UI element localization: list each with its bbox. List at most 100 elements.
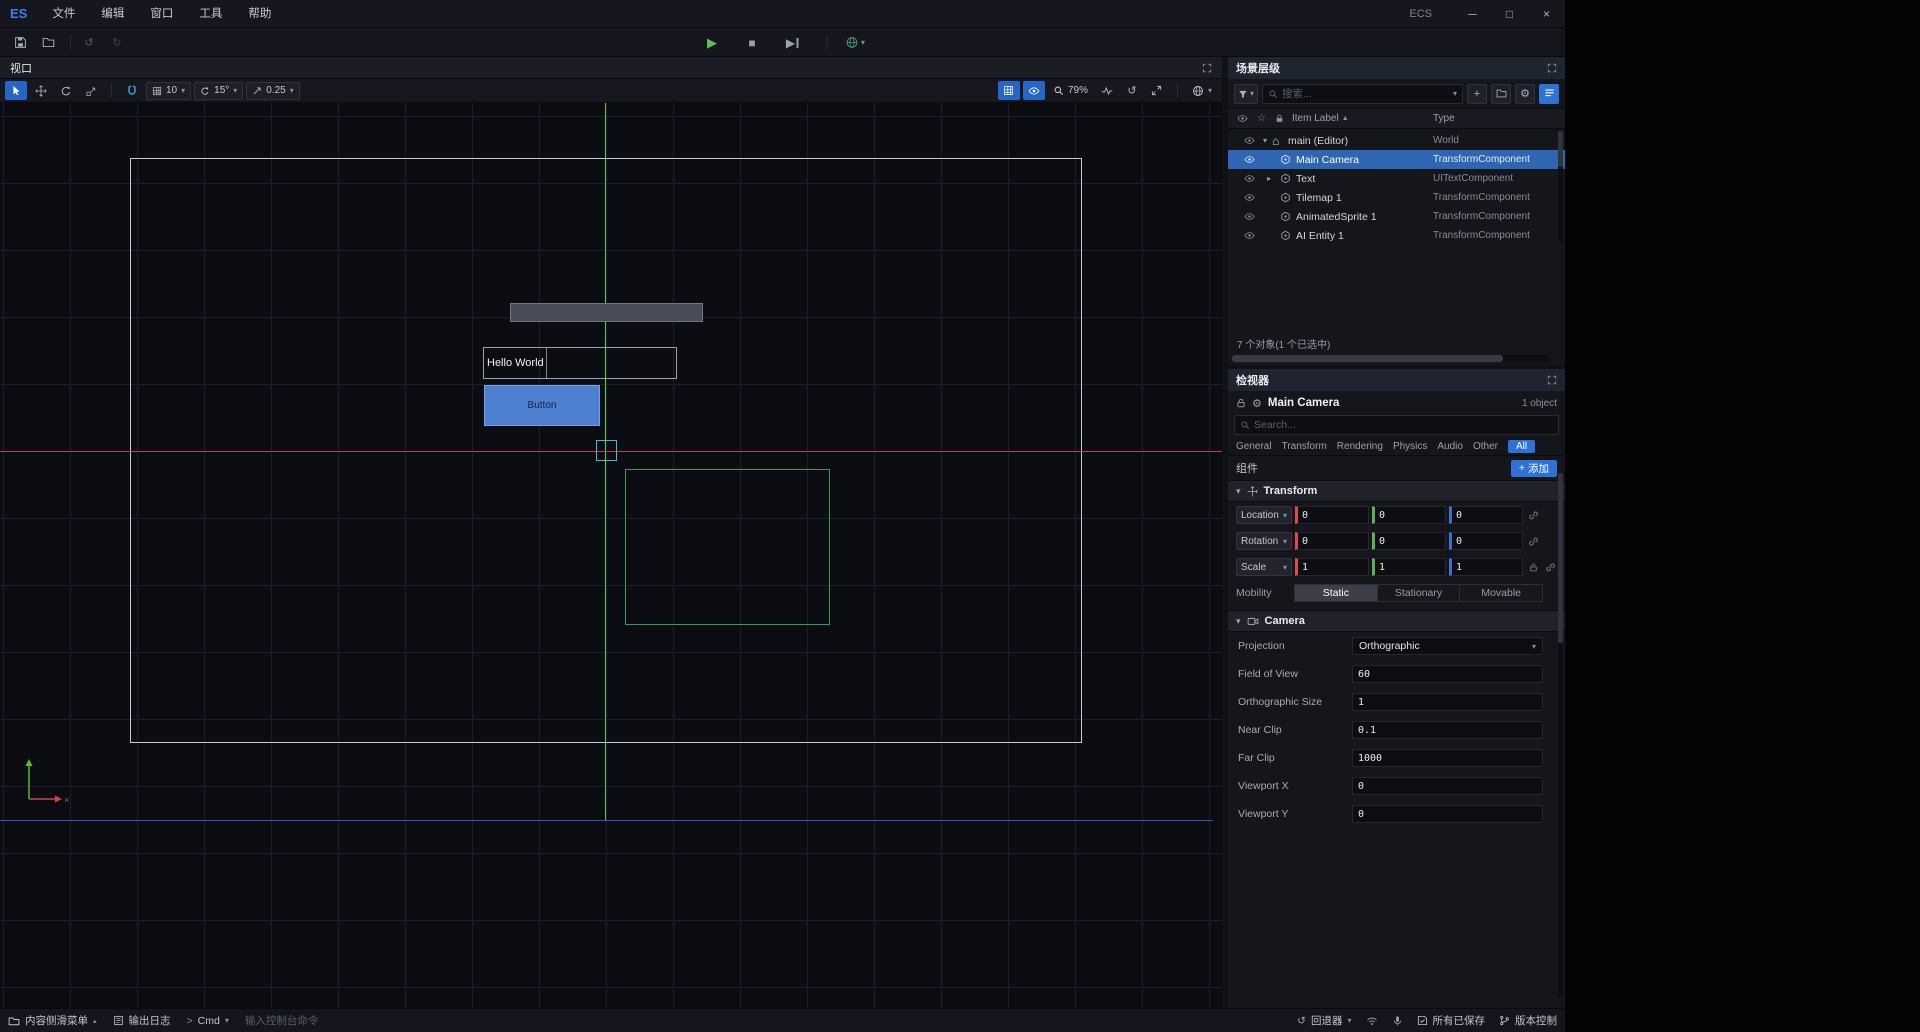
open-folder-icon[interactable] (36, 30, 60, 54)
scrollbar-thumb[interactable] (1558, 473, 1563, 643)
location-mode-dropdown[interactable]: Location▾ (1236, 506, 1292, 524)
visibility-eye-icon[interactable] (1244, 211, 1258, 222)
field-of-view-field[interactable] (1352, 665, 1543, 683)
scale-mode-dropdown[interactable]: Scale▾ (1236, 558, 1292, 576)
lock-scale-icon[interactable] (1526, 563, 1540, 572)
save-status[interactable]: 所有已保存 (1417, 1013, 1486, 1028)
collapse-caret-icon[interactable]: ▾ (1258, 136, 1272, 145)
redo-icon[interactable]: ↻ (105, 30, 129, 54)
inspector-search-input[interactable] (1254, 419, 1553, 431)
scale-y-field[interactable] (1372, 558, 1446, 576)
tab-other[interactable]: Other (1473, 441, 1498, 452)
mobility-static-option[interactable]: Static (1294, 584, 1378, 602)
rotation-y-field[interactable] (1372, 532, 1446, 550)
rotation-x-field[interactable] (1295, 532, 1369, 550)
orthographic-size-field[interactable] (1352, 693, 1543, 711)
tab-all[interactable]: All (1508, 440, 1535, 453)
expand-panel-icon[interactable] (1547, 375, 1557, 385)
history-dropdown[interactable]: ↺ 回退器 ▾ (1297, 1013, 1351, 1028)
hierarchy-vertical-scrollbar[interactable] (1558, 131, 1563, 241)
collapse-caret-icon[interactable]: ▾ (1236, 616, 1241, 627)
menu-file[interactable]: 文件 (39, 0, 88, 28)
menu-tools[interactable]: 工具 (186, 0, 235, 28)
save-icon[interactable] (8, 30, 32, 54)
add-entity-button[interactable]: + (1467, 84, 1487, 104)
origin-selection-box[interactable] (596, 440, 617, 461)
snap-toggle-icon[interactable] (121, 81, 143, 100)
scene-viewport-canvas[interactable]: Hello World Button × (0, 103, 1222, 1008)
location-y-field[interactable] (1372, 506, 1446, 524)
hierarchy-row-world[interactable]: ▾ ⌂ main (Editor) World (1228, 131, 1565, 150)
menu-help[interactable]: 帮助 (235, 0, 284, 28)
hierarchy-column-header[interactable]: ☆ Item Label▲ Type (1228, 109, 1565, 129)
far-clip-field[interactable] (1352, 749, 1543, 767)
lock-icon[interactable] (1236, 398, 1246, 408)
scale-snap-dropdown[interactable]: 0.25 ▾ (246, 82, 299, 100)
scrollbar-thumb[interactable] (1558, 131, 1563, 167)
filter-dropdown[interactable]: ▾ (1234, 84, 1258, 104)
grid-snap-dropdown[interactable]: 10 ▾ (146, 82, 191, 100)
visibility-eye-icon[interactable] (1244, 154, 1258, 165)
add-component-button[interactable]: + 添加 (1511, 460, 1557, 477)
projection-dropdown[interactable]: Orthographic ▾ (1352, 637, 1543, 655)
hierarchy-horizontal-scrollbar[interactable] (1232, 355, 1551, 362)
tab-rendering[interactable]: Rendering (1337, 441, 1383, 452)
visibility-eye-icon[interactable] (1244, 173, 1258, 184)
select-tool-button[interactable] (5, 81, 27, 100)
expand-panel-icon[interactable] (1547, 63, 1557, 73)
hierarchy-settings-button[interactable]: ⚙ (1515, 84, 1535, 104)
menu-edit[interactable]: 编辑 (88, 0, 137, 28)
collapse-caret-icon[interactable]: ▾ (1236, 486, 1241, 497)
tab-transform[interactable]: Transform (1282, 441, 1327, 452)
visibility-eye-icon[interactable] (1244, 135, 1258, 146)
viewport-world-dropdown[interactable]: ▾ (1187, 82, 1217, 100)
tab-audio[interactable]: Audio (1437, 441, 1463, 452)
location-z-field[interactable] (1449, 506, 1523, 524)
scale-z-field[interactable] (1449, 558, 1523, 576)
transform-section-header[interactable]: ▾ Transform (1228, 480, 1565, 502)
viewport-y-field[interactable] (1352, 805, 1543, 823)
stop-button[interactable]: ■ (740, 31, 764, 55)
scrollbar-thumb[interactable] (1232, 355, 1503, 362)
minimize-button[interactable]: ─ (1454, 0, 1491, 28)
favorite-column-star-icon[interactable]: ☆ (1257, 113, 1266, 124)
inspector-scrollbar[interactable] (1558, 473, 1563, 998)
expand-caret-icon[interactable]: ▸ (1258, 174, 1280, 183)
link-axes-icon[interactable] (1526, 536, 1540, 547)
rotate-tool-button[interactable] (55, 81, 77, 100)
visibility-column-eye-icon[interactable] (1237, 113, 1248, 124)
version-control-button[interactable]: 版本控制 (1499, 1013, 1557, 1028)
fullscreen-icon[interactable] (1146, 81, 1168, 100)
scene-button-widget[interactable]: Button (484, 385, 600, 426)
column-item-label[interactable]: Item Label▲ (1292, 113, 1349, 124)
step-button[interactable]: ▶ (780, 31, 804, 55)
gizmo-visibility-button[interactable] (1023, 81, 1045, 100)
network-mode-dropdown[interactable]: ▾ (845, 36, 865, 49)
link-axes-icon[interactable] (1526, 510, 1540, 521)
rotation-z-field[interactable] (1449, 532, 1523, 550)
undo-icon[interactable]: ↺ (77, 30, 101, 54)
close-button[interactable]: × (1528, 0, 1565, 28)
play-button[interactable]: ▶ (700, 31, 724, 55)
maximize-button[interactable]: □ (1491, 0, 1528, 28)
scale-tool-button[interactable] (80, 81, 102, 100)
move-tool-button[interactable] (30, 81, 52, 100)
hierarchy-search-input[interactable] (1282, 88, 1449, 100)
zoom-indicator[interactable]: 79% (1048, 82, 1093, 100)
hierarchy-view-mode-button[interactable] (1539, 84, 1559, 104)
location-x-field[interactable] (1295, 506, 1369, 524)
link-axes-icon[interactable] (1543, 562, 1557, 573)
scale-x-field[interactable] (1295, 558, 1369, 576)
rotation-mode-dropdown[interactable]: Rotation▾ (1236, 532, 1292, 550)
rotation-snap-dropdown[interactable]: 15° ▾ (194, 82, 243, 100)
lock-column-icon[interactable] (1275, 114, 1284, 123)
cmd-dropdown[interactable]: > Cmd ▾ (187, 1015, 229, 1027)
grid-visibility-button[interactable] (998, 81, 1020, 100)
hierarchy-row-text[interactable]: ▸ Text UITextComponent (1228, 169, 1565, 188)
hierarchy-row-animatedsprite[interactable]: AnimatedSprite 1 TransformComponent (1228, 207, 1565, 226)
inspector-search[interactable] (1234, 415, 1559, 435)
hierarchy-row-main-camera[interactable]: Main Camera TransformComponent (1228, 150, 1565, 169)
console-command-input[interactable] (245, 1015, 445, 1027)
visibility-eye-icon[interactable] (1244, 230, 1258, 241)
menu-window[interactable]: 窗口 (137, 0, 186, 28)
